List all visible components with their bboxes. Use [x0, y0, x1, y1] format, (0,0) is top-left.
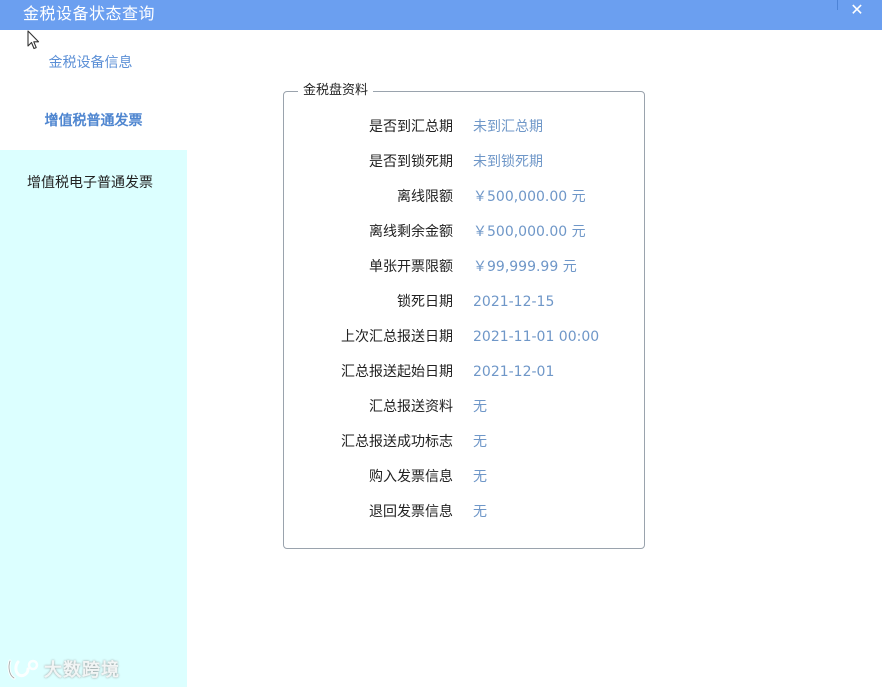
- row-label: 购入发票信息: [369, 469, 453, 485]
- sidebar-item-device-info[interactable]: 金税设备信息: [0, 52, 184, 72]
- close-button[interactable]: ✕: [846, 0, 868, 20]
- info-row: 是否到锁死期 未到锁死期: [284, 152, 646, 172]
- row-value: 2021-12-15: [473, 294, 555, 310]
- row-label: 是否到锁死期: [369, 154, 453, 170]
- tax-disk-info-group: 金税盘资料 是否到汇总期 未到汇总期 是否到锁死期 未到锁死期 离线限额 ￥50…: [283, 82, 646, 549]
- info-row: 离线限额 ￥500,000.00 元: [284, 187, 646, 207]
- row-value: 2021-12-01: [473, 364, 555, 380]
- row-label: 是否到汇总期: [369, 119, 453, 135]
- info-row: 汇总报送成功标志 无: [284, 432, 646, 452]
- row-label: 汇总报送成功标志: [341, 434, 453, 450]
- row-label: 汇总报送资料: [369, 399, 453, 415]
- row-value: ￥99,999.99 元: [473, 259, 577, 275]
- sidebar-selected-background: [0, 150, 187, 687]
- sidebar-item-vat-ordinary-invoice[interactable]: 增值税普通发票: [0, 110, 187, 130]
- group-legend: 金税盘资料: [298, 82, 374, 100]
- row-label: 汇总报送起始日期: [341, 364, 453, 380]
- info-row: 购入发票信息 无: [284, 467, 646, 487]
- row-value: 无: [473, 399, 487, 415]
- close-icon: ✕: [850, 0, 864, 19]
- row-label: 离线限额: [397, 189, 453, 205]
- row-label: 退回发票信息: [369, 504, 453, 520]
- info-row: 离线剩余金额 ￥500,000.00 元: [284, 222, 646, 242]
- watermark-text: 大数跨境: [44, 660, 120, 681]
- row-value: ￥500,000.00 元: [473, 224, 586, 240]
- title-bar-divider: [837, 0, 838, 10]
- row-label: 上次汇总报送日期: [341, 329, 453, 345]
- info-row: 上次汇总报送日期 2021-11-01 00:00: [284, 327, 646, 347]
- info-row: 单张开票限额 ￥99,999.99 元: [284, 257, 646, 277]
- app-window: 金税设备状态查询 ✕ 金税设备信息 增值税普通发票 增值税电子普通发票 金税盘资…: [0, 0, 882, 687]
- watermark-logo-icon: [7, 659, 39, 680]
- sidebar-item-vat-electronic-invoice[interactable]: 增值税电子普通发票: [27, 172, 187, 192]
- info-row: 是否到汇总期 未到汇总期: [284, 117, 646, 137]
- row-value: 未到锁死期: [473, 154, 543, 170]
- row-value: 未到汇总期: [473, 119, 543, 135]
- info-row: 锁死日期 2021-12-15: [284, 292, 646, 312]
- info-row: 汇总报送资料 无: [284, 397, 646, 417]
- row-value: 无: [473, 434, 487, 450]
- sidebar: 金税设备信息 增值税普通发票 增值税电子普通发票: [0, 30, 187, 687]
- row-value: 无: [473, 469, 487, 485]
- watermark: 大数跨境: [6, 656, 120, 682]
- row-value: ￥500,000.00 元: [473, 189, 586, 205]
- info-row: 汇总报送起始日期 2021-12-01: [284, 362, 646, 382]
- row-value: 2021-11-01 00:00: [473, 329, 600, 345]
- mouse-pointer-icon: [27, 30, 40, 50]
- title-bar: 金税设备状态查询 ✕: [0, 0, 882, 30]
- row-label: 单张开票限额: [369, 259, 453, 275]
- window-title: 金税设备状态查询: [23, 4, 156, 23]
- info-row: 退回发票信息 无: [284, 502, 646, 522]
- row-label: 离线剩余金额: [369, 224, 453, 240]
- row-value: 无: [473, 504, 487, 520]
- row-label: 锁死日期: [397, 294, 453, 310]
